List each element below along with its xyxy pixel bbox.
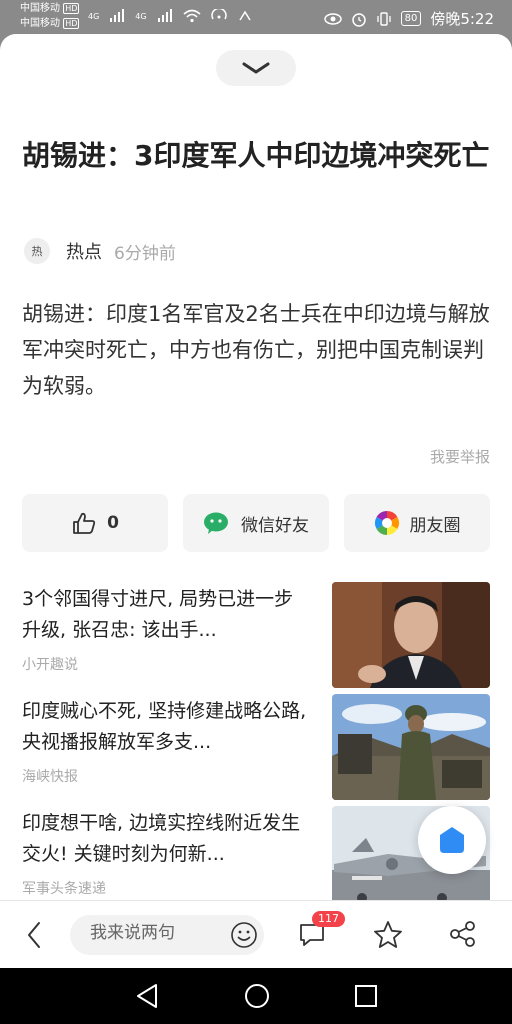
emoji-icon[interactable] — [230, 921, 258, 953]
news-thumbnail — [332, 582, 490, 688]
report-link[interactable]: 我要举报 — [430, 446, 490, 467]
news-title: 印度贼心不死, 坚持修建战略公路, 央视播报解放军多支... — [22, 700, 307, 753]
article-title: 胡锡进：3印度军人中印边境冲突死亡 — [22, 139, 490, 172]
star-icon — [374, 921, 402, 948]
news-source: 海峡快报 — [22, 769, 78, 785]
article-meta: 热 热点 6分钟前 — [24, 238, 176, 264]
signal-icon — [110, 9, 125, 22]
carrier-label-1: 中国移动 HD — [20, 3, 80, 14]
square-recents-icon — [355, 985, 377, 1007]
like-count: 0 — [107, 513, 119, 533]
clock: 傍晚5:22 — [430, 10, 494, 28]
back-arrow-icon — [28, 922, 40, 948]
related-news-item[interactable]: 3个邻国得寸进尺, 局势已进一步升级, 张召忠: 该出手... 小开趣说 — [0, 582, 512, 690]
carrier-label-2: 中国移动 HD — [20, 18, 80, 29]
article-body: 胡锡进：印度1名军官及2名士兵在中印边境与解放军冲突时死亡，中方也有伤亡，别把中… — [22, 302, 490, 398]
comment-count-badge: 117 — [312, 911, 345, 927]
triangle-back-icon — [137, 984, 157, 1008]
comment-input[interactable] — [90, 923, 220, 943]
source-avatar[interactable]: 热 — [24, 238, 50, 264]
wifi-icon — [183, 9, 201, 23]
favorite-button[interactable] — [372, 919, 404, 955]
share-wechat-button[interactable]: 微信好友 — [183, 494, 329, 552]
system-navigation-bar — [0, 968, 512, 1024]
source-name[interactable]: 热点 — [66, 238, 102, 264]
nav-home-button[interactable] — [243, 982, 271, 1014]
back-button[interactable] — [26, 919, 52, 951]
network-type-label-2: 4G — [135, 11, 147, 21]
news-thumbnail — [332, 694, 490, 800]
comment-box[interactable] — [70, 915, 264, 955]
home-fab-button[interactable] — [418, 806, 486, 874]
nfc-icon — [238, 10, 251, 21]
home-icon — [440, 827, 464, 853]
share-icon — [450, 921, 475, 947]
share-button[interactable] — [448, 919, 478, 953]
bottom-action-bar: 117 — [0, 900, 512, 968]
nav-back-button[interactable] — [134, 982, 160, 1014]
signal-icon-2 — [157, 9, 172, 22]
hotspot-icon — [210, 9, 227, 20]
like-button[interactable]: 0 — [22, 494, 168, 552]
moments-icon — [374, 510, 400, 536]
news-title: 印度想干啥, 边境实控线附近发生交火! 关键时刻为何新... — [22, 812, 301, 865]
collapse-button[interactable] — [216, 50, 296, 86]
moments-label: 朋友圈 — [409, 515, 461, 536]
thumbs-up-icon — [71, 510, 97, 536]
alarm-icon — [351, 12, 366, 27]
nav-recents-button[interactable] — [352, 982, 380, 1014]
news-title: 3个邻国得寸进尺, 局势已进一步升级, 张召忠: 该出手... — [22, 588, 294, 641]
circle-home-icon — [245, 984, 269, 1008]
article-sheet: 胡锡进：3印度军人中印边境冲突死亡 热 热点 6分钟前 胡锡进：印度1名军官及2… — [0, 34, 512, 968]
status-bar: 中国移动 HD 中国移动 HD 4G 4G 80 傍晚5:22 — [0, 0, 512, 34]
news-source: 军事头条速递 — [22, 881, 106, 897]
status-right: 80 傍晚5:22 — [323, 8, 494, 29]
eye-icon — [323, 12, 342, 25]
related-news-item[interactable]: 印度贼心不死, 坚持修建战略公路, 央视播报解放军多支... 海峡快报 — [0, 694, 512, 802]
wechat-icon — [203, 511, 231, 535]
network-type-label: 4G — [88, 11, 100, 21]
signal-icons: 4G 4G — [88, 9, 253, 23]
news-source: 小开趣说 — [22, 657, 78, 673]
comments-button[interactable]: 117 — [298, 911, 345, 953]
wechat-label: 微信好友 — [241, 515, 309, 536]
chevron-down-icon — [242, 62, 270, 74]
share-moments-button[interactable]: 朋友圈 — [344, 494, 490, 552]
vibrate-icon — [376, 11, 391, 26]
battery-indicator: 80 — [400, 11, 422, 26]
publish-time: 6分钟前 — [114, 243, 176, 264]
